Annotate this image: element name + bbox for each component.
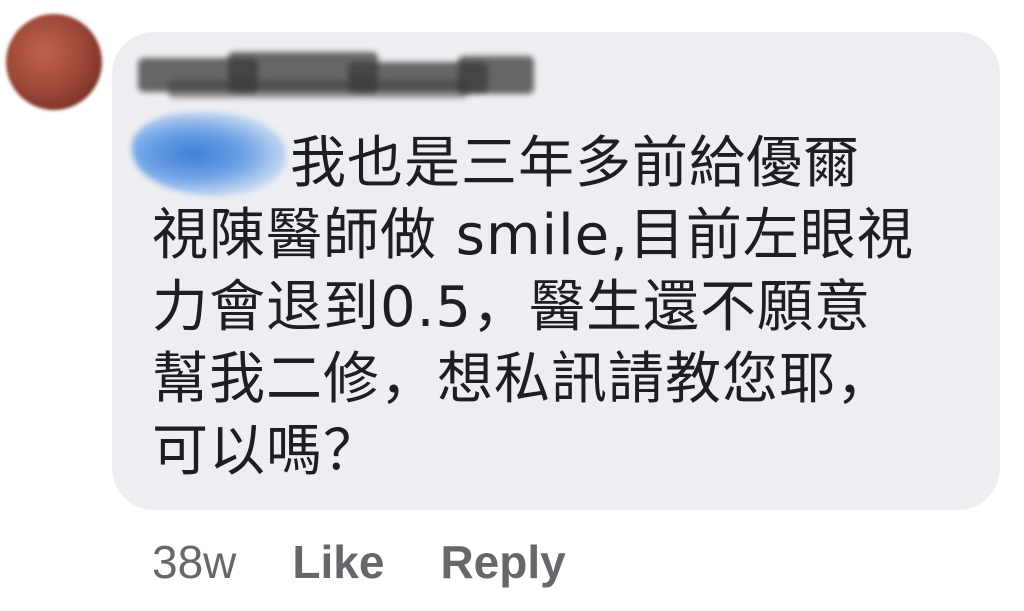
redacted-author-name[interactable] bbox=[138, 48, 538, 112]
timestamp[interactable]: 38w bbox=[152, 535, 236, 589]
comment-line: 幫我二修，想私訊請教您耶， bbox=[152, 347, 893, 412]
like-button[interactable]: Like bbox=[292, 535, 384, 589]
comment-line: 視陳醫師做 smile,目前左眼視 bbox=[152, 203, 914, 268]
comment-line: 力會退到0.5，醫生還不願意 bbox=[152, 275, 872, 340]
comment-line: 我也是三年多前給優爾 bbox=[290, 131, 860, 196]
comment-text: 我也是三年多前給優爾 視陳醫師做 smile,目前左眼視 力會退到0.5，醫生還… bbox=[152, 128, 972, 488]
comment-container: 我也是三年多前給優爾 視陳醫師做 smile,目前左眼視 力會退到0.5，醫生還… bbox=[0, 0, 1024, 611]
comment-line: 可以嗎？ bbox=[152, 419, 380, 484]
comment-actions: 38w Like Reply bbox=[152, 530, 566, 594]
avatar[interactable] bbox=[6, 14, 102, 110]
reply-button[interactable]: Reply bbox=[440, 535, 565, 589]
